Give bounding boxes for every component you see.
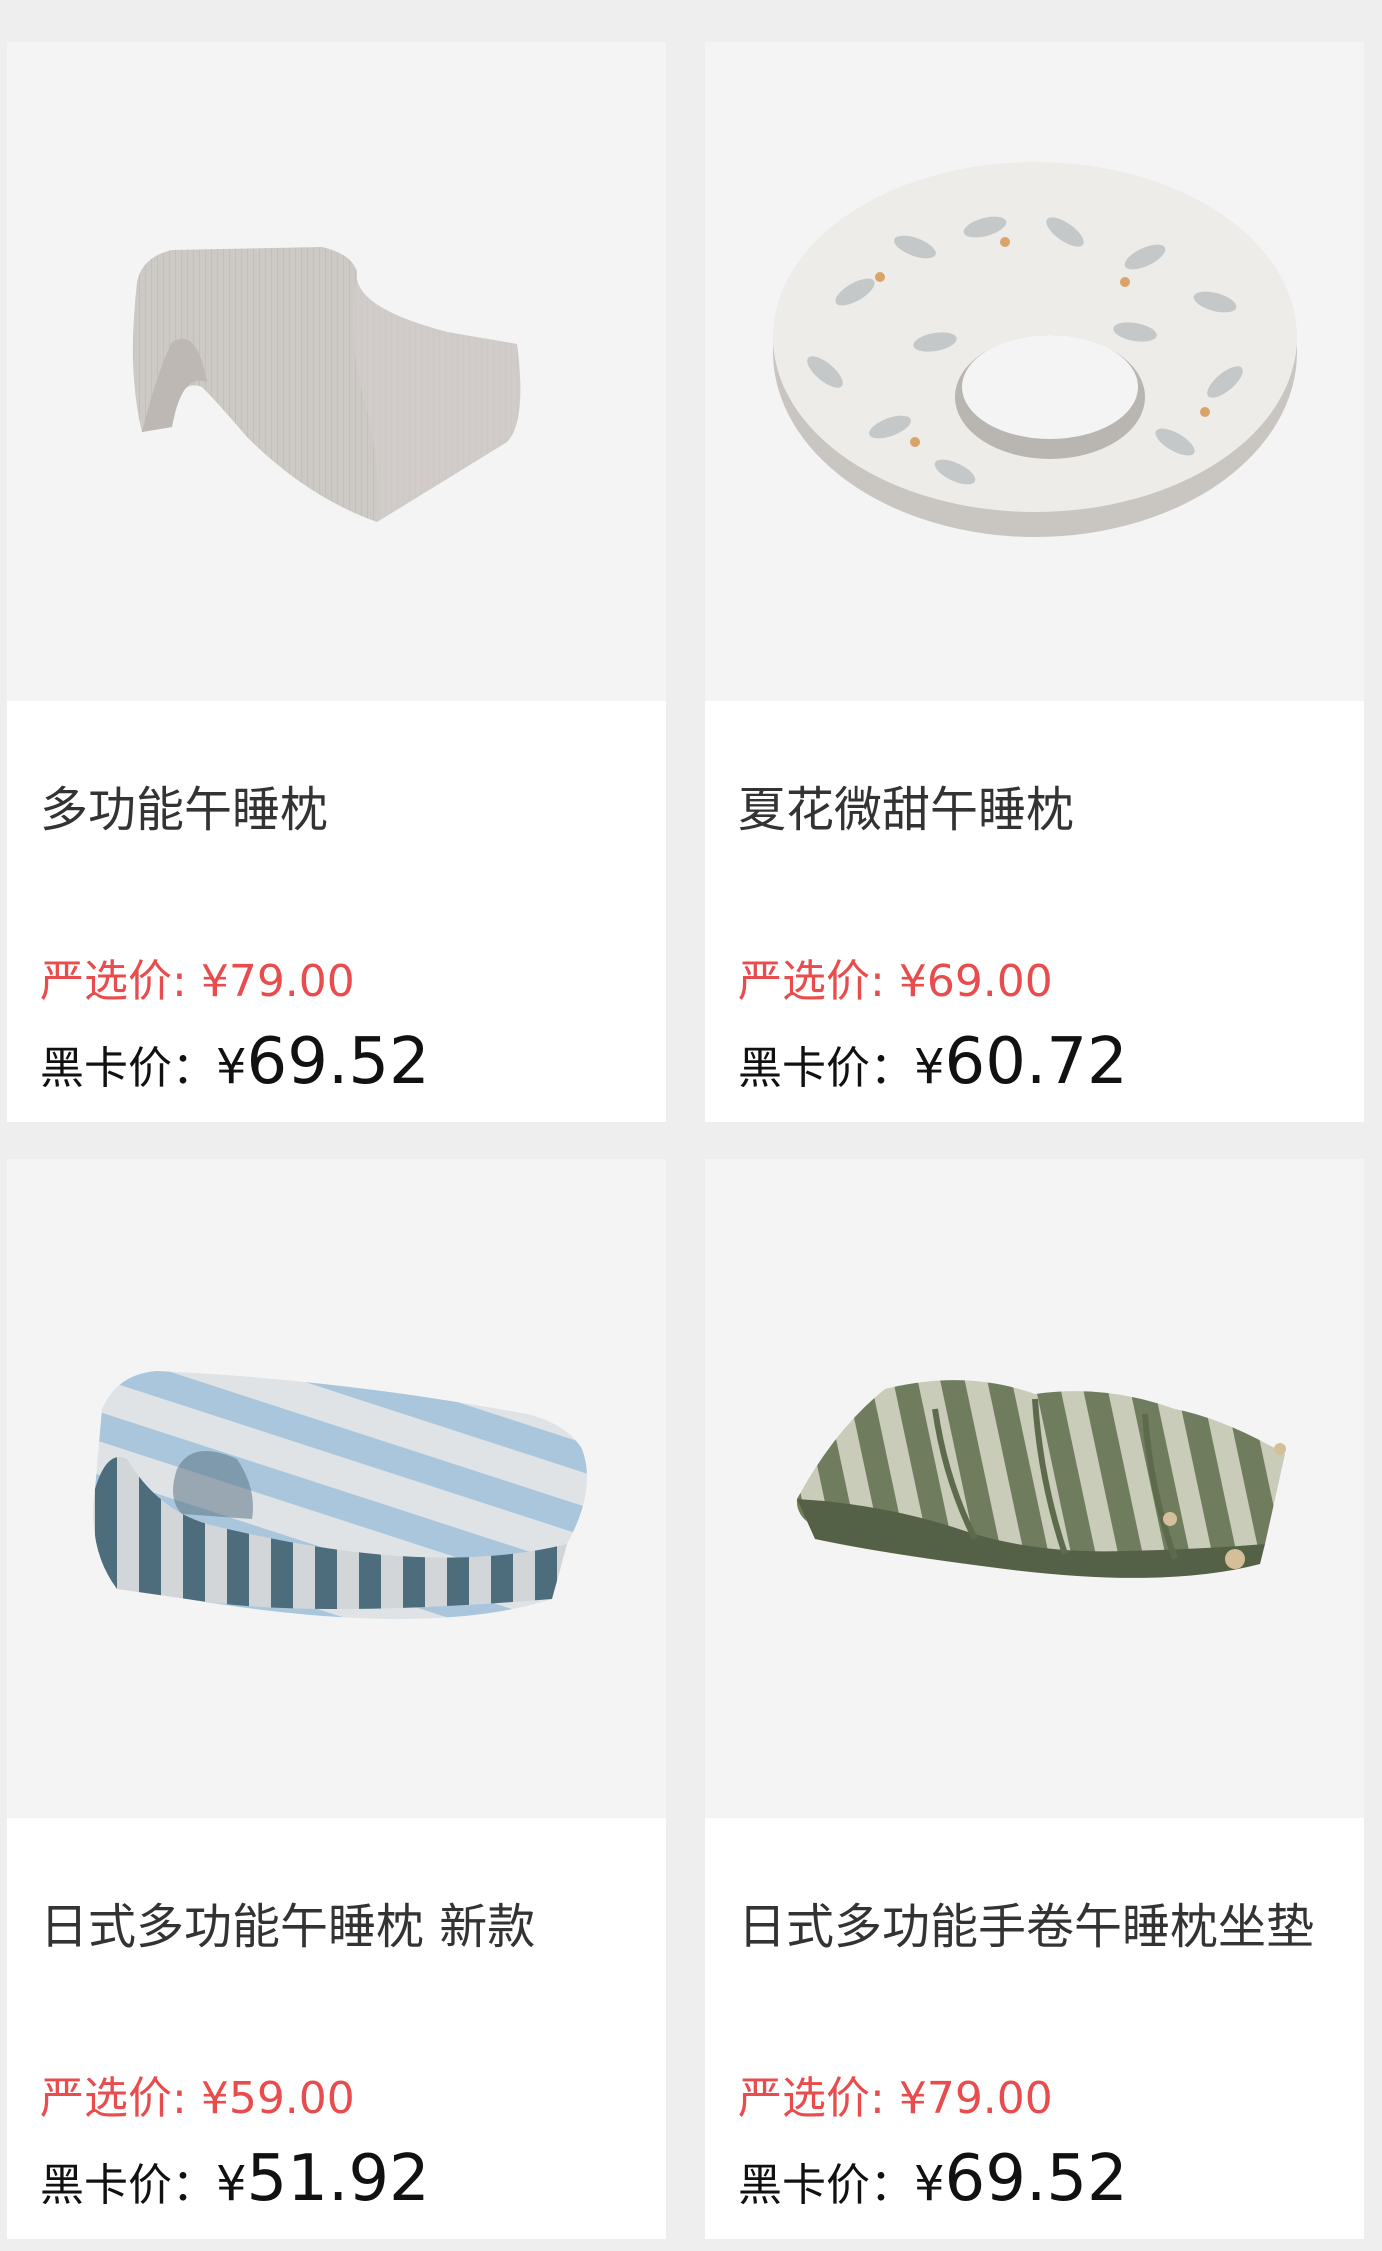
product-name[interactable]: 日式多功能午睡枕 新款 [40,1897,535,1957]
blue-striped-nap-pillow-icon [93,1371,587,1619]
black-card-price-label: 黑卡价： [40,2160,216,2211]
product-image[interactable] [7,42,666,701]
yanxuan-price: 严选价: ¥59.00 [40,2071,355,2127]
product-grid: 多功能午睡枕 严选价: ¥79.00 黑卡价：¥69.52 夏花微甜午睡枕 严选… [0,0,1382,2251]
product-name[interactable]: 日式多功能手卷午睡枕坐垫 [738,1897,1314,1957]
product-card[interactable]: 夏花微甜午睡枕 严选价: ¥69.00 黑卡价：¥60.72 [705,42,1364,1122]
black-card-price-value: 69.52 [246,1025,430,1099]
black-card-currency: ¥ [216,2156,247,2212]
yanxuan-price: 严选价: ¥79.00 [738,2071,1053,2127]
black-card-currency: ¥ [216,1039,247,1095]
product-card[interactable]: 日式多功能午睡枕 新款 严选价: ¥59.00 黑卡价：¥51.92 [7,1159,666,2239]
yanxuan-price-value: ¥79.00 [898,2073,1053,2124]
product-card[interactable]: 日式多功能手卷午睡枕坐垫 严选价: ¥79.00 黑卡价：¥69.52 [705,1159,1364,2239]
gray-nap-pillow-icon [133,247,521,522]
yanxuan-price-value: ¥79.00 [200,956,355,1007]
black-card-price: 黑卡价：¥69.52 [40,1027,430,1104]
yanxuan-price-value: ¥69.00 [898,956,1053,1007]
yanxuan-price-label: 严选价: [738,956,885,1007]
yanxuan-price-label: 严选价: [738,2073,885,2124]
black-card-price-value: 51.92 [246,2142,430,2216]
yanxuan-price-label: 严选价: [40,2073,187,2124]
black-card-currency: ¥ [914,1039,945,1095]
black-card-currency: ¥ [914,2156,945,2212]
yanxuan-price-label: 严选价: [40,956,187,1007]
product-image[interactable] [7,1159,666,1818]
black-card-price-label: 黑卡价： [738,2160,914,2211]
black-card-price-label: 黑卡价： [40,1043,216,1094]
product-image[interactable] [705,42,1364,701]
product-image[interactable] [705,1159,1364,1818]
green-striped-cushion-icon [796,1380,1286,1578]
black-card-price-label: 黑卡价： [738,1043,914,1094]
product-name[interactable]: 多功能午睡枕 [40,780,328,840]
black-card-price: 黑卡价：¥60.72 [738,1027,1128,1104]
black-card-price-value: 69.52 [944,2142,1128,2216]
yanxuan-price: 严选价: ¥69.00 [738,954,1053,1010]
black-card-price: 黑卡价：¥69.52 [738,2144,1128,2221]
leaf-print-u-pillow-icon [773,162,1297,537]
yanxuan-price-value: ¥59.00 [200,2073,355,2124]
product-card[interactable]: 多功能午睡枕 严选价: ¥79.00 黑卡价：¥69.52 [7,42,666,1122]
yanxuan-price: 严选价: ¥79.00 [40,954,355,1010]
product-name[interactable]: 夏花微甜午睡枕 [738,780,1074,840]
black-card-price: 黑卡价：¥51.92 [40,2144,430,2221]
black-card-price-value: 60.72 [944,1025,1128,1099]
